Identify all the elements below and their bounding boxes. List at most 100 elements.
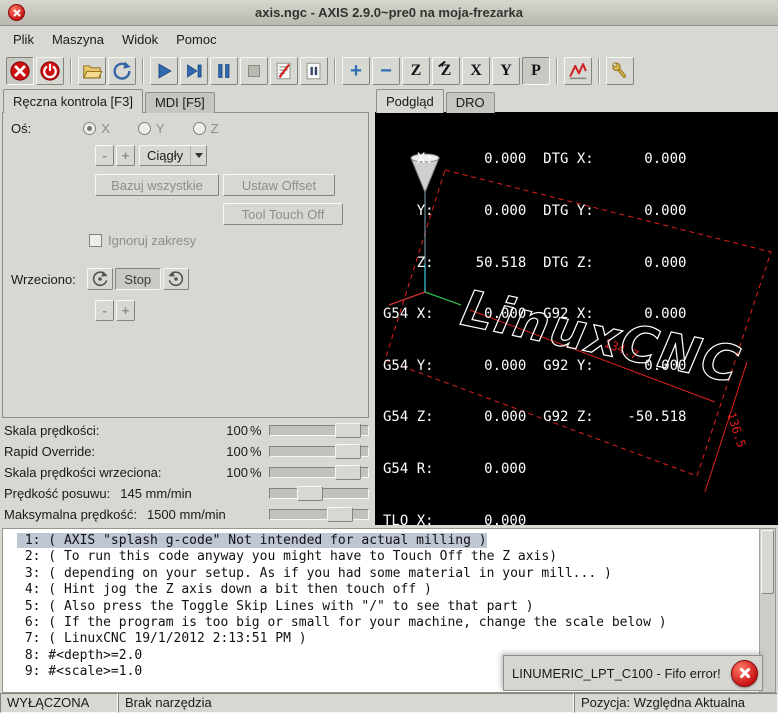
jog-minus-button[interactable]: - [95,145,114,166]
gcode-line[interactable]: 7: ( LinuxCNC 19/1/2012 2:13:51 PM ) [17,631,775,647]
spindle-cw-button[interactable] [163,268,189,290]
menubar: Plik Maszyna Widok Pomoc [0,26,778,52]
axis-radio-z[interactable]: Z [193,121,219,136]
menu-maszyna[interactable]: Maszyna [43,28,113,51]
scrollbar-thumb[interactable] [761,530,774,594]
jog-mode-dropdown[interactable]: Ciągły [139,145,207,166]
right-tabbar: Podgląd DRO [376,89,497,113]
dro-line: G54 R: 0.000 [383,461,686,478]
jog-speed-row: Prędkość posuwu: 145 mm/min [0,483,369,504]
slider-handle[interactable] [297,486,323,501]
menu-pomoc[interactable]: Pomoc [167,28,225,51]
toolbar: + − Z Z X Y P [0,52,778,89]
rapid-override-slider[interactable] [269,443,369,460]
axis-radio-y[interactable]: Y [138,121,165,136]
plus-icon: + [350,61,362,81]
manual-control-panel: Ręczna kontrola [F3] MDI [F5] Oś: X Y Z … [0,89,373,526]
zoom-in-button[interactable]: + [342,57,370,85]
max-velocity-row: Maksymalna prędkość: 1500 mm/min [0,504,369,525]
override-value: 100 [226,465,248,480]
axis-select-row: Oś: X Y Z [3,121,368,136]
tools-button[interactable] [606,57,634,85]
chevron-down-icon [190,146,206,165]
view-front-button[interactable]: Y [492,57,520,85]
window-title: axis.ngc - AXIS 2.9.0~pre0 na moja-freza… [0,5,778,20]
override-unit: % [250,444,262,459]
toggle-optional-pause-button[interactable] [300,57,328,85]
view-top-button[interactable]: Z [402,57,430,85]
reload-icon [111,60,133,82]
spindle-override-slider[interactable] [269,464,369,481]
menu-plik[interactable]: Plik [4,28,43,51]
dro-line: G54 Z: 0.000 G92 Z: -50.518 [383,409,686,426]
jog-row: - + Ciągły [3,145,368,166]
reload-file-button[interactable] [108,57,136,85]
gcode-line[interactable]: 2: ( To run this code anyway you might h… [17,549,775,565]
jog-plus-button[interactable]: + [116,145,135,166]
pause-icon [213,60,235,82]
titlebar[interactable]: axis.ngc - AXIS 2.9.0~pre0 na moja-freza… [0,0,778,26]
preview-panel: Podgląd DRO 134.7 136.5 [373,89,778,526]
home-all-button[interactable]: Bazuj wszystkie [95,174,219,196]
override-label: Prędkość posuwu: [4,486,110,501]
optional-pause-icon [303,60,325,82]
set-offset-button[interactable]: Ustaw Offset [223,174,335,196]
toggle-skip-lines-button[interactable] [270,57,298,85]
axis-radio-x[interactable]: X [83,121,110,136]
gcode-line[interactable]: 4: ( Hint jog the Z axis down a bit then… [17,582,775,598]
window-close-button[interactable] [8,4,25,21]
gcode-line[interactable]: 6: ( If the program is too big or small … [17,615,775,631]
spindle-stop-button[interactable]: Stop [115,268,161,290]
gcode-line[interactable]: 5: ( Also press the Toggle Skip Lines wi… [17,599,775,615]
spindle-override-row: Skala prędkości wrzeciona: 100 % [0,462,369,483]
override-value: 145 mm/min [120,486,192,501]
machine-state: WYŁĄCZONA [0,693,118,713]
zoom-out-button[interactable]: − [372,57,400,85]
gcode-line[interactable]: 3: ( depending on your setup. As if you … [17,566,775,582]
menu-widok[interactable]: Widok [113,28,167,51]
pause-program-button[interactable] [210,57,238,85]
gcode-line[interactable]: 1: ( AXIS "splash g-code" Not intended f… [17,533,775,549]
rapid-override-row: Rapid Override: 100 % [0,441,369,462]
checkbox-icon [89,234,102,247]
ignore-limits-row: Ignoruj zakresy [3,233,368,248]
slider-handle[interactable] [335,465,361,480]
open-file-button[interactable] [78,57,106,85]
estop-button[interactable] [6,57,34,85]
jog-speed-slider[interactable] [269,485,369,502]
tab-mdi[interactable]: MDI [F5] [145,92,215,113]
feed-override-row: Skala prędkości: 100 % [0,420,369,441]
view-side-button[interactable]: X [462,57,490,85]
slider-handle[interactable] [335,423,361,438]
spindle-minus-button[interactable]: - [95,300,114,321]
feed-override-slider[interactable] [269,422,369,439]
max-velocity-slider[interactable] [269,506,369,523]
spindle-ccw-button[interactable] [87,268,113,290]
spindle-plus-button[interactable]: + [116,300,135,321]
run-program-button[interactable] [150,57,178,85]
position-mode: Pozycja: Względna Aktualna [574,693,778,713]
view-perspective-button[interactable]: P [522,57,550,85]
spindle-ccw-icon [91,270,109,288]
notification-close-button[interactable] [731,660,758,687]
tab-manual-control[interactable]: Ręczna kontrola [F3] [3,89,143,113]
override-unit: % [250,465,262,480]
override-label: Rapid Override: [4,444,95,459]
radio-icon [83,122,96,135]
slider-handle[interactable] [327,507,353,522]
view-top-rotated-button[interactable]: Z [432,57,460,85]
stop-program-button[interactable] [240,57,268,85]
tab-dro[interactable]: DRO [446,92,495,113]
power-icon [39,60,61,82]
slider-handle[interactable] [335,444,361,459]
tool-touch-off-button[interactable]: Tool Touch Off [223,203,343,225]
clear-live-plot-button[interactable] [564,57,592,85]
tab-preview[interactable]: Podgląd [376,89,444,113]
ignore-limits-checkbox[interactable]: Ignoruj zakresy [89,233,196,248]
letter-p-icon: P [531,62,541,80]
preview-canvas[interactable]: 134.7 136.5 LinuxCNC X: 0.000 DTG X: 0.0… [375,112,778,525]
machine-power-button[interactable] [36,57,64,85]
toolbar-separator [70,58,72,84]
override-label: Skala prędkości wrzeciona: [4,465,162,480]
step-line-button[interactable] [180,57,208,85]
